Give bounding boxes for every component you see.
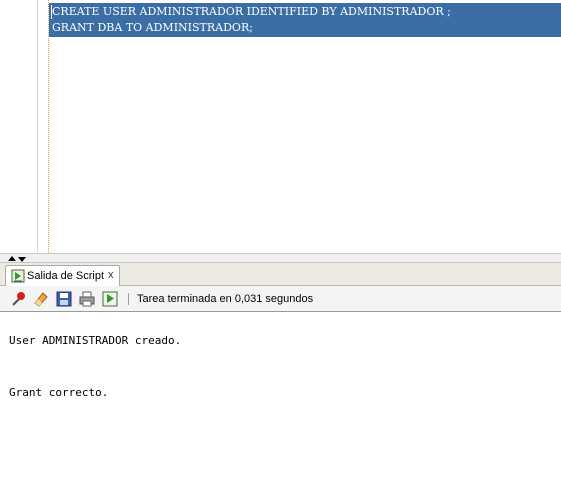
output-toolbar: Tarea terminada en 0,031 segundos <box>0 286 561 312</box>
sql-editor[interactable]: CREATE USER ADMINISTRADOR IDENTIFIED BY … <box>0 0 561 253</box>
minimize-arrow-icon[interactable] <box>18 257 26 262</box>
save-icon[interactable] <box>55 290 73 308</box>
editor-gutter <box>0 0 38 253</box>
output-line: Grant correcto. <box>9 386 109 399</box>
tab-script-output[interactable]: Salida de Script x <box>5 265 120 286</box>
print-icon[interactable] <box>78 290 96 308</box>
panel-tabbar: Salida de Script x <box>0 263 561 286</box>
status-message: Tarea terminada en 0,031 segundos <box>137 293 314 305</box>
run-script-icon[interactable] <box>101 290 119 308</box>
output-line: User ADMINISTRADOR creado. <box>9 334 182 347</box>
maximize-arrow-icon[interactable] <box>8 256 16 261</box>
pin-icon[interactable] <box>10 290 28 308</box>
script-output-icon <box>11 269 25 283</box>
script-output-area[interactable]: User ADMINISTRADOR creado. Grant correct… <box>0 312 561 491</box>
code-line[interactable]: GRANT DBA TO ADMINISTRADOR; <box>52 20 253 36</box>
tab-label: Salida de Script <box>27 270 105 282</box>
panel-splitter[interactable] <box>0 253 561 263</box>
editor-margin-line <box>48 0 49 253</box>
eraser-icon[interactable] <box>32 290 50 308</box>
toolbar-separator <box>128 293 129 305</box>
code-line[interactable]: CREATE USER ADMINISTRADOR IDENTIFIED BY … <box>52 4 451 20</box>
close-icon[interactable]: x <box>108 268 114 282</box>
